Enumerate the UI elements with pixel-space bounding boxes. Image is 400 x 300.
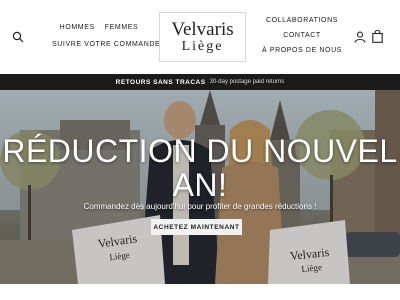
hero-title: RÉDUCTION DU NOUVEL AN! <box>0 134 400 202</box>
site-logo[interactable]: Velvaris Liège <box>159 12 246 62</box>
hero-banner: Velvaris Liège Velvaris Liège RÉDUCTION … <box>0 90 400 284</box>
nav-hommes[interactable]: HOMMES <box>60 24 95 31</box>
announcement-bar: RETOURS SANS TRACAS 30-day postage paid … <box>0 74 400 90</box>
logo-text-brand: Velvaris <box>171 19 234 40</box>
announcement-detail: 30-day postage paid returns <box>209 79 285 85</box>
nav-suivre-commande[interactable]: SUIVRE VOTRE COMMANDE <box>52 41 160 48</box>
secondary-nav: COLLABORATIONS CONTACT À PROPOS DE NOUS <box>262 17 342 62</box>
hero-title-line2: AN! <box>172 167 228 203</box>
nav-contact[interactable]: CONTACT <box>262 32 342 39</box>
hero-subtitle: Commandez dès aujourd'hui pour profiter … <box>83 202 317 211</box>
nav-femmes[interactable]: FEMMES <box>105 24 139 31</box>
nav-collaborations[interactable]: COLLABORATIONS <box>262 17 342 24</box>
primary-nav: HOMMES FEMMES SUIVRE VOTRE COMMANDE <box>52 24 160 48</box>
search-icon[interactable] <box>12 31 24 43</box>
shop-now-button[interactable]: ACHETEZ MAINTENANT <box>151 219 242 235</box>
user-icon[interactable] <box>354 31 366 43</box>
nav-a-propos[interactable]: À PROPOS DE NOUS <box>262 47 342 54</box>
logo-text-city: Liège <box>181 39 224 54</box>
site-header: HOMMES FEMMES SUIVRE VOTRE COMMANDE Velv… <box>0 0 400 74</box>
announcement-title: RETOURS SANS TRACAS <box>115 78 206 86</box>
bag-icon[interactable] <box>372 30 383 43</box>
hero-title-line1: RÉDUCTION DU NOUVEL <box>2 133 398 169</box>
page-bottom-strip <box>0 284 400 300</box>
